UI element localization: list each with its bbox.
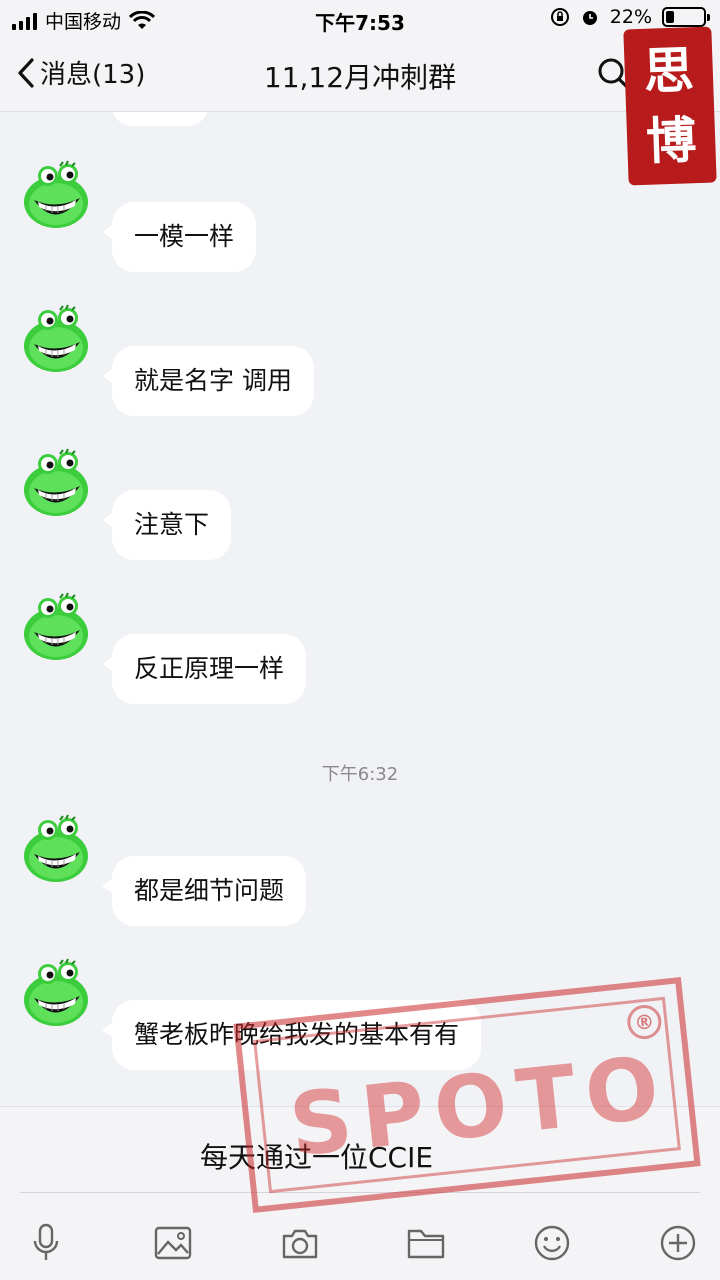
plus-icon (660, 1225, 696, 1261)
emoji-icon (534, 1225, 570, 1261)
voice-button[interactable] (18, 1215, 74, 1271)
status-right: 22% (550, 6, 710, 28)
avatar[interactable] (20, 592, 92, 664)
message-bubble[interactable]: 都是细节问题 (101, 856, 307, 926)
mic-icon (33, 1223, 59, 1260)
message-input[interactable] (20, 1119, 700, 1193)
seal-char: 思 (642, 40, 695, 101)
avatar[interactable] (20, 160, 92, 232)
seal-logo: 思 博 (623, 26, 717, 186)
seal-char: 博 (645, 110, 698, 171)
image-button[interactable] (145, 1215, 201, 1271)
message-bubble[interactable]: 就是名字 调用 (102, 346, 314, 416)
avatar[interactable] (20, 304, 92, 376)
nav-bar: 消息(13) 11,12月冲刺群 (0, 36, 720, 112)
message-list[interactable]: 一模一样 就是名字 调用 注意下 反正原理一样 下午6:32 都是细节问题 蟹老… (0, 112, 720, 1106)
file-button[interactable] (398, 1215, 454, 1271)
battery-icon (662, 7, 710, 27)
emoji-button[interactable] (524, 1215, 580, 1271)
status-bar: 中国移动 下午7:53 22% (0, 0, 720, 36)
message-timestamp: 下午6:32 (321, 764, 399, 785)
message-bubble[interactable]: 一模一样 (101, 202, 257, 272)
message-bubble[interactable]: 注意下 (101, 490, 232, 560)
message-bubble[interactable]: 蟹老板昨晚给我发的基本有有 (101, 1000, 482, 1070)
alarm-icon (582, 11, 597, 25)
folder-icon (407, 1229, 445, 1259)
avatar[interactable] (20, 448, 92, 520)
camera-button[interactable] (272, 1215, 328, 1271)
input-bar (0, 1106, 720, 1280)
message-bubble[interactable]: 反正原理一样 (101, 634, 307, 704)
message-bubble-partial (112, 112, 208, 126)
battery-percent: 22% (609, 6, 652, 28)
image-icon (154, 1226, 192, 1260)
avatar[interactable] (20, 814, 92, 886)
rotation-lock-icon (550, 8, 569, 26)
camera-icon (282, 1229, 318, 1259)
battery-fill (666, 11, 674, 23)
input-toolbar (0, 1215, 720, 1271)
more-button[interactable] (650, 1215, 706, 1271)
avatar[interactable] (20, 958, 92, 1030)
